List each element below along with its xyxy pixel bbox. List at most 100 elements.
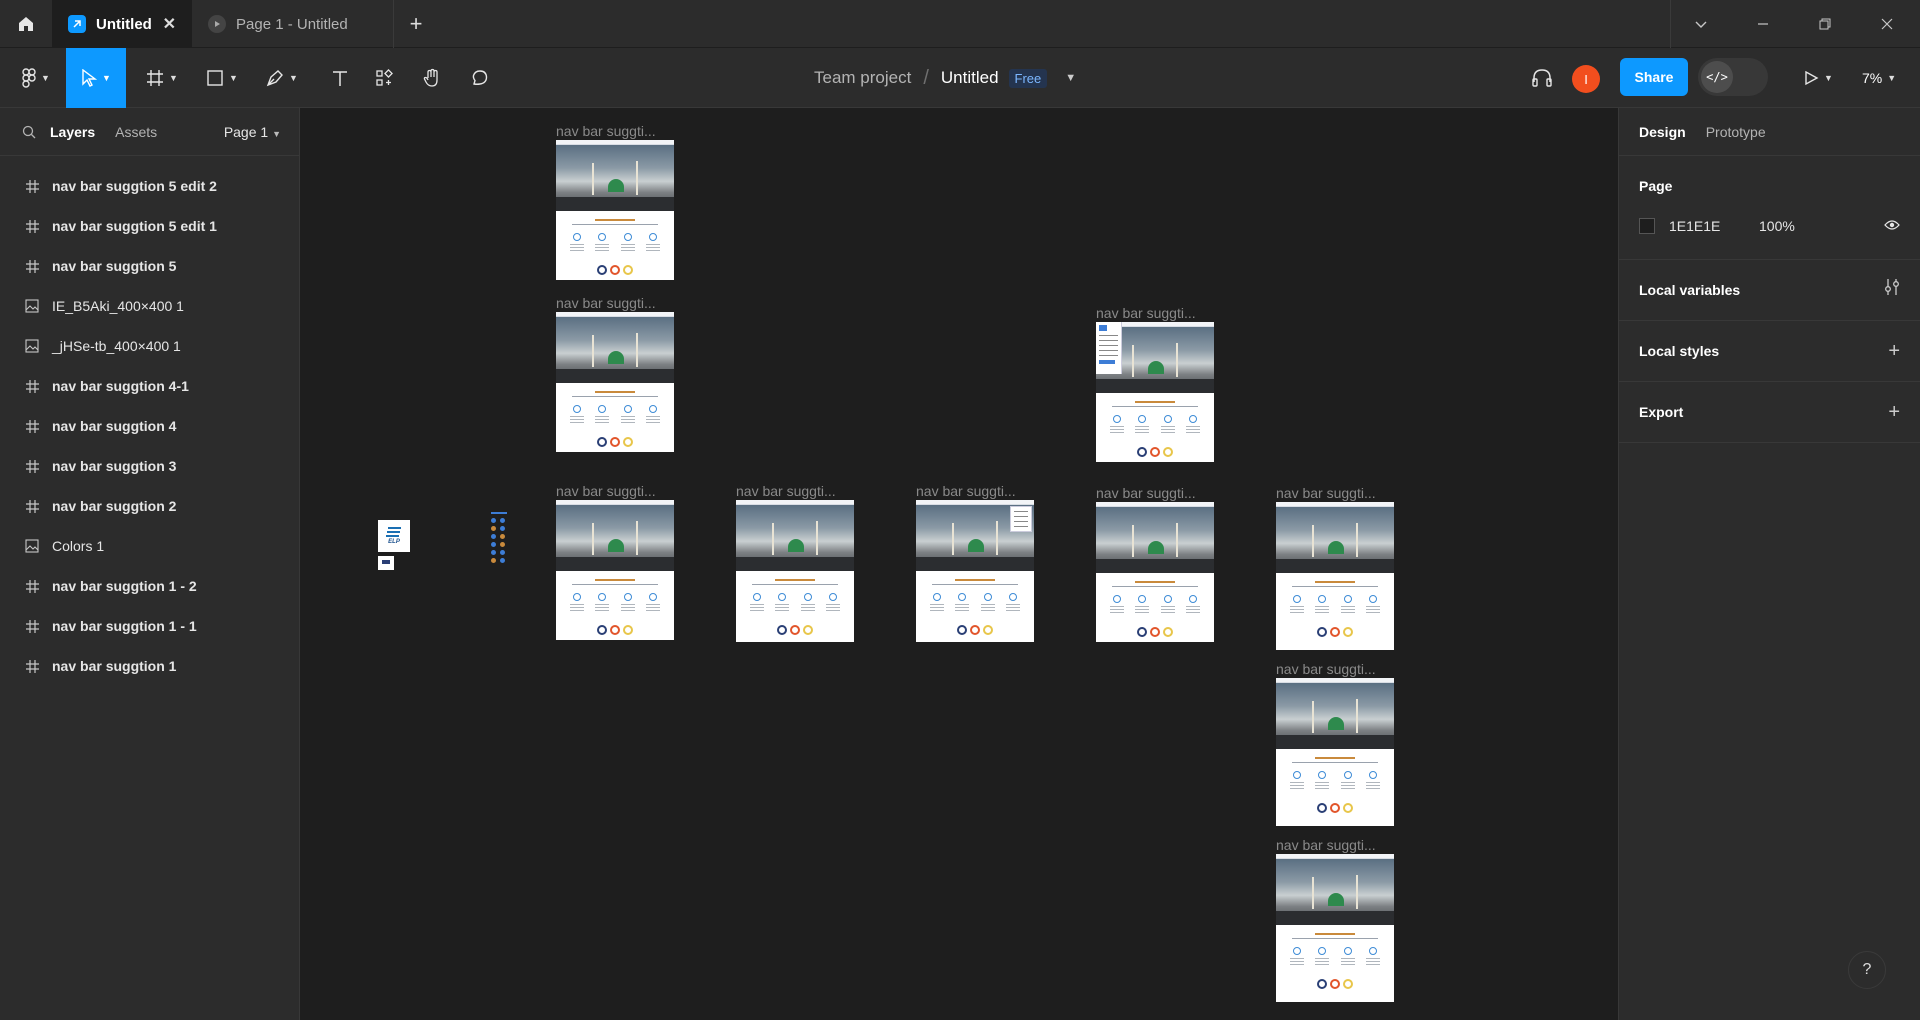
page-selector[interactable]: Page 1 ▼	[224, 124, 281, 140]
export-title: Export	[1639, 404, 1684, 420]
design-frame[interactable]: nav bar suggti...	[1276, 837, 1394, 1002]
frame-label[interactable]: nav bar suggti...	[556, 483, 656, 499]
design-frame[interactable]: nav bar suggti...	[1096, 305, 1214, 462]
local-variables-section[interactable]: Local variables	[1619, 260, 1920, 321]
tabs-dropdown-button[interactable]	[1670, 0, 1732, 48]
minimize-button[interactable]	[1732, 0, 1794, 48]
zoom-dropdown[interactable]: 7% ▼	[1862, 48, 1896, 108]
restore-button[interactable]	[1794, 0, 1856, 48]
mock-body	[556, 571, 674, 640]
layer-row[interactable]: nav bar suggtion 4	[0, 406, 299, 446]
tab-untitled[interactable]: Untitled ✕	[52, 0, 192, 48]
tab-prototype[interactable]: Prototype	[1706, 124, 1766, 140]
layer-row[interactable]: nav bar suggtion 5 edit 2	[0, 166, 299, 206]
hand-tool[interactable]	[408, 48, 456, 108]
file-title: Team project / Untitled Free ▼	[814, 48, 1414, 108]
resources-tool[interactable]	[360, 48, 408, 108]
page-fill-swatch[interactable]	[1639, 218, 1655, 234]
help-button[interactable]: ?	[1848, 951, 1886, 989]
frame-tool[interactable]: ▼	[136, 48, 188, 108]
local-styles-section[interactable]: Local styles +	[1619, 321, 1920, 382]
tab-page-1[interactable]: Page 1 - Untitled	[192, 0, 394, 48]
plus-icon[interactable]: +	[1888, 340, 1900, 363]
layer-row[interactable]: nav bar suggtion 1 - 1	[0, 606, 299, 646]
chevron-down-icon: ▼	[41, 73, 50, 83]
frame-label[interactable]: nav bar suggti...	[1096, 485, 1196, 501]
move-tool[interactable]: ▼	[66, 48, 126, 108]
page-fill-hex[interactable]: 1E1E1E	[1669, 218, 1759, 234]
logo-small-image[interactable]	[378, 556, 394, 570]
mock-hero-image	[1276, 859, 1394, 925]
zoom-value: 7%	[1862, 70, 1883, 86]
design-frame[interactable]: nav bar suggti...	[556, 295, 674, 452]
layer-row[interactable]: _jHSe-tb_400×400 1	[0, 326, 299, 366]
close-window-button[interactable]	[1856, 0, 1918, 48]
present-button[interactable]: ▼	[1792, 48, 1844, 108]
play-icon	[1805, 70, 1819, 86]
logo-image[interactable]: ELP	[378, 520, 410, 552]
export-section[interactable]: Export +	[1619, 382, 1920, 443]
tab-layers[interactable]: Layers	[50, 124, 95, 140]
colors-swatch-group[interactable]	[491, 512, 511, 572]
design-frame[interactable]: nav bar suggti...	[556, 123, 674, 280]
layer-row[interactable]: nav bar suggtion 3	[0, 446, 299, 486]
comment-tool[interactable]	[456, 48, 504, 108]
swatch-row	[491, 526, 511, 531]
home-button[interactable]	[0, 0, 52, 48]
chevron-down-icon: ▼	[169, 73, 178, 83]
chevron-down-icon: ▼	[1824, 73, 1833, 83]
frame-label[interactable]: nav bar suggti...	[1276, 485, 1376, 501]
design-frame[interactable]: nav bar suggti...	[1096, 485, 1214, 642]
shape-tool[interactable]: ▼	[196, 48, 248, 108]
text-tool[interactable]	[316, 48, 364, 108]
layer-row[interactable]: Colors 1	[0, 526, 299, 566]
mock-hero-image	[556, 145, 674, 211]
layer-row[interactable]: nav bar suggtion 1 - 2	[0, 566, 299, 606]
search-icon[interactable]	[22, 125, 36, 139]
frame-label[interactable]: nav bar suggti...	[736, 483, 836, 499]
frame-thumbnail	[1096, 322, 1214, 462]
tab-design[interactable]: Design	[1639, 124, 1686, 140]
close-icon[interactable]: ✕	[163, 14, 176, 34]
design-frame[interactable]: nav bar suggti...	[1276, 661, 1394, 826]
page-section: Page 1E1E1E 100%	[1619, 156, 1920, 260]
design-frame[interactable]: nav bar suggti...	[1276, 485, 1394, 650]
eye-icon[interactable]	[1884, 218, 1900, 234]
tab-assets[interactable]: Assets	[115, 124, 157, 140]
design-frame[interactable]: nav bar suggti...	[916, 483, 1034, 642]
frame-label[interactable]: nav bar suggti...	[1276, 661, 1376, 677]
page-fill-opacity[interactable]: 100%	[1759, 218, 1795, 234]
chevron-down-icon[interactable]: ▼	[1065, 72, 1076, 84]
design-frame[interactable]: nav bar suggti...	[736, 483, 854, 642]
file-name[interactable]: Untitled	[941, 68, 999, 88]
layer-row[interactable]: IE_B5Aki_400×400 1	[0, 286, 299, 326]
layer-label: nav bar suggtion 4-1	[52, 378, 189, 394]
design-frame[interactable]: nav bar suggti...	[556, 483, 674, 640]
new-tab-button[interactable]: +	[396, 0, 436, 48]
team-name[interactable]: Team project	[814, 68, 911, 88]
plus-icon[interactable]: +	[1888, 401, 1900, 424]
share-button[interactable]: Share	[1620, 58, 1688, 96]
swatch-row	[491, 550, 511, 555]
frame-label[interactable]: nav bar suggti...	[556, 295, 656, 311]
avatar[interactable]: I	[1572, 65, 1600, 93]
dev-mode-toggle[interactable]: </>	[1698, 58, 1768, 96]
layer-row[interactable]: nav bar suggtion 5 edit 1	[0, 206, 299, 246]
pen-tool[interactable]: ▼	[256, 48, 308, 108]
variables-icon[interactable]	[1884, 278, 1900, 302]
frame-icon	[24, 378, 40, 394]
logo-mark	[382, 560, 390, 564]
swatch-row	[491, 542, 511, 547]
layer-row[interactable]: nav bar suggtion 1	[0, 646, 299, 686]
audio-button[interactable]	[1522, 48, 1562, 108]
layer-row[interactable]: nav bar suggtion 5	[0, 246, 299, 286]
frame-label[interactable]: nav bar suggti...	[916, 483, 1016, 499]
layer-label: nav bar suggtion 4	[52, 418, 177, 434]
layer-row[interactable]: nav bar suggtion 4-1	[0, 366, 299, 406]
frame-label[interactable]: nav bar suggti...	[1276, 837, 1376, 853]
main-menu-button[interactable]: ▼	[10, 48, 62, 108]
frame-label[interactable]: nav bar suggti...	[556, 123, 656, 139]
canvas[interactable]: ELP nav bar suggti... nav bar suggti... na…	[301, 108, 1618, 1020]
frame-label[interactable]: nav bar suggti...	[1096, 305, 1196, 321]
layer-row[interactable]: nav bar suggtion 2	[0, 486, 299, 526]
